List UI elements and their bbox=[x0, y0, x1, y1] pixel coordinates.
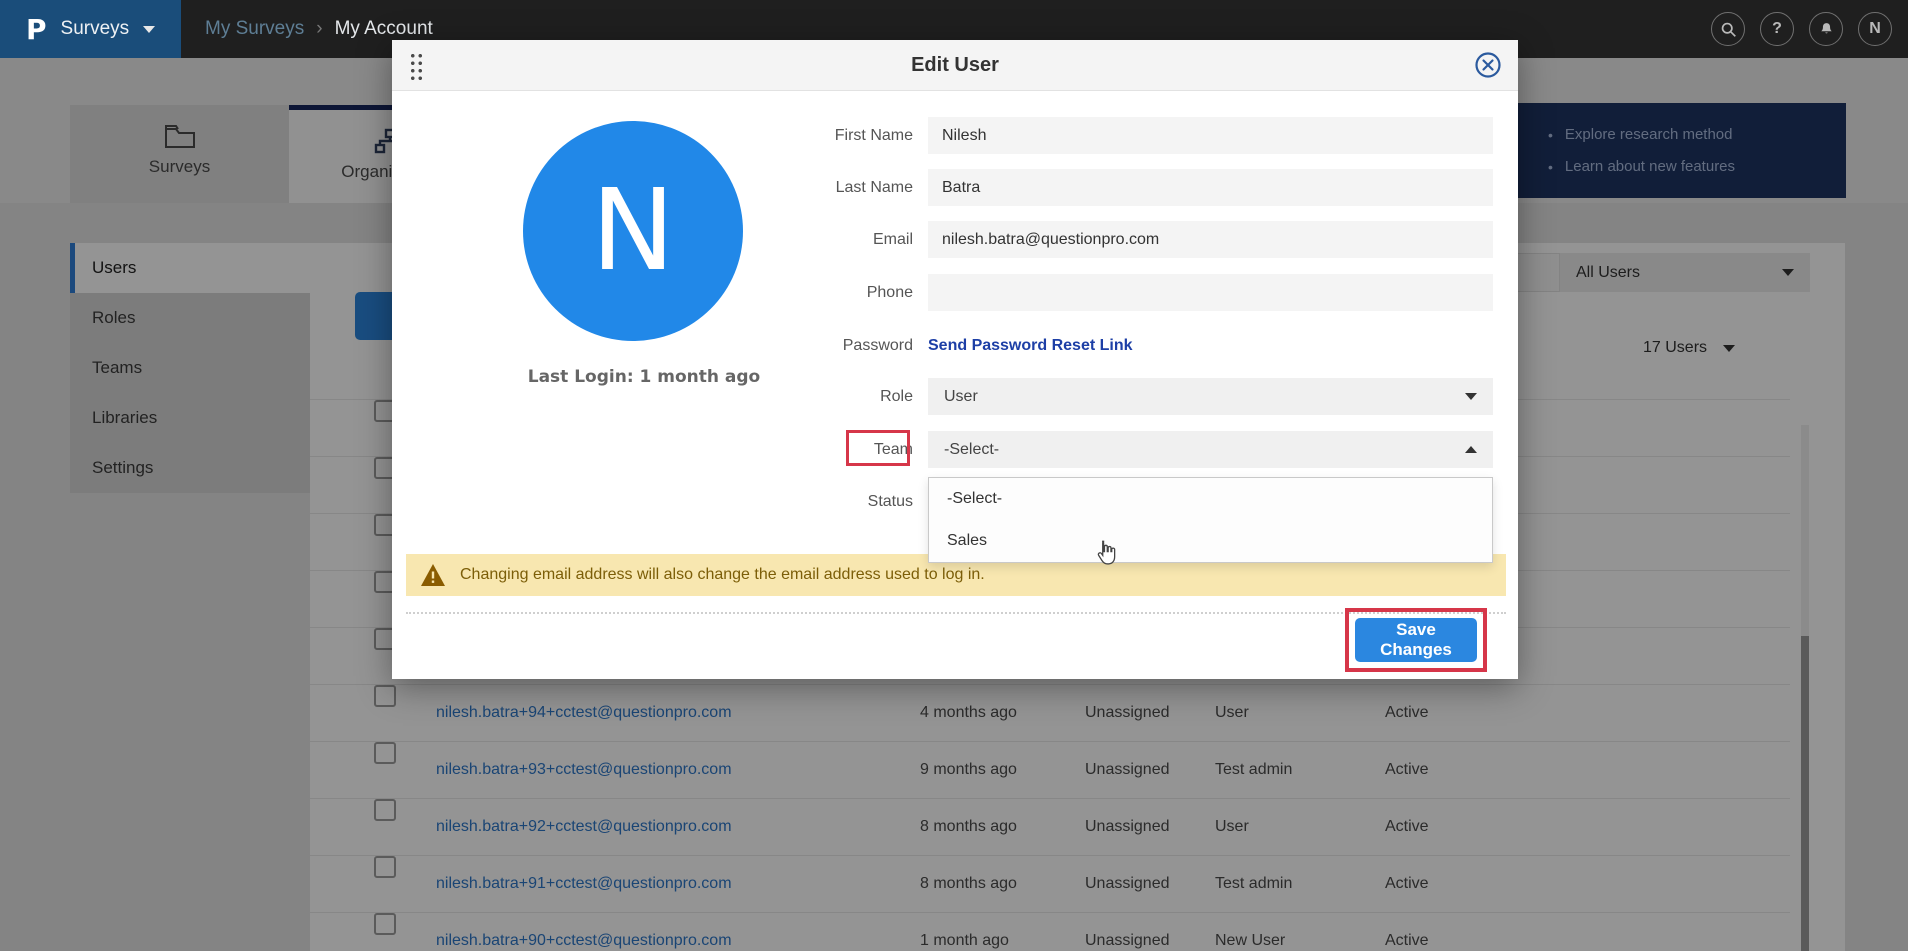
user-avatar: N bbox=[523, 121, 743, 341]
breadcrumb-my-surveys[interactable]: My Surveys bbox=[205, 18, 304, 40]
caret-down-icon bbox=[1465, 393, 1477, 400]
last-name-field[interactable] bbox=[928, 169, 1493, 206]
first-name-field[interactable] bbox=[928, 117, 1493, 154]
team-select[interactable]: -Select- bbox=[928, 431, 1493, 468]
role-label: Role bbox=[713, 378, 913, 415]
warning-icon bbox=[420, 563, 446, 587]
bell-icon bbox=[1818, 21, 1835, 38]
notifications-button[interactable] bbox=[1809, 12, 1843, 46]
last-name-label: Last Name bbox=[713, 169, 913, 206]
save-changes-button[interactable]: Save Changes bbox=[1355, 618, 1477, 662]
role-select[interactable]: User bbox=[928, 378, 1493, 415]
phone-field[interactable] bbox=[928, 274, 1493, 311]
product-menu-label: Surveys bbox=[61, 18, 130, 40]
email-label: Email bbox=[713, 221, 913, 258]
close-icon[interactable] bbox=[1474, 51, 1502, 79]
avatar-initial: N bbox=[1869, 20, 1881, 38]
role-value: User bbox=[944, 388, 978, 406]
warning-text: Changing email address will also change … bbox=[460, 566, 985, 584]
phone-label: Phone bbox=[713, 274, 913, 311]
first-name-label: First Name bbox=[713, 117, 913, 154]
help-icon: ? bbox=[1772, 20, 1782, 38]
chevron-down-icon bbox=[143, 26, 155, 33]
help-button[interactable]: ? bbox=[1760, 12, 1794, 46]
edit-user-modal: Edit User N Last Login: 1 month ago Firs… bbox=[392, 40, 1518, 679]
modal-header: Edit User bbox=[392, 40, 1518, 91]
breadcrumb-current: My Account bbox=[335, 18, 433, 40]
team-option-sales[interactable]: Sales bbox=[929, 520, 1492, 562]
team-value: -Select- bbox=[944, 441, 999, 459]
product-menu[interactable]: P Surveys bbox=[0, 0, 181, 58]
search-button[interactable] bbox=[1711, 12, 1745, 46]
mouse-cursor-icon bbox=[1092, 538, 1118, 568]
team-highlight-box bbox=[846, 430, 910, 466]
status-label: Status bbox=[713, 483, 913, 520]
send-password-reset-link[interactable]: Send Password Reset Link bbox=[928, 327, 1133, 364]
navbar-actions: ? N bbox=[1711, 12, 1892, 46]
footer-separator bbox=[406, 612, 1506, 614]
avatar-letter: N bbox=[591, 166, 675, 296]
questionpro-logo-icon: P bbox=[26, 13, 47, 46]
team-dropdown-menu: -Select- Sales bbox=[928, 477, 1493, 563]
breadcrumb-separator: › bbox=[316, 18, 322, 40]
search-icon bbox=[1720, 21, 1737, 38]
screen: P Surveys My Surveys › My Account ? N bbox=[0, 0, 1908, 951]
team-option-select[interactable]: -Select- bbox=[929, 478, 1492, 520]
modal-title: Edit User bbox=[392, 40, 1518, 90]
caret-up-icon bbox=[1465, 446, 1477, 453]
email-field[interactable] bbox=[928, 221, 1493, 258]
password-label: Password bbox=[713, 327, 913, 364]
user-avatar-button[interactable]: N bbox=[1858, 12, 1892, 46]
drag-handle-icon[interactable] bbox=[409, 52, 424, 80]
